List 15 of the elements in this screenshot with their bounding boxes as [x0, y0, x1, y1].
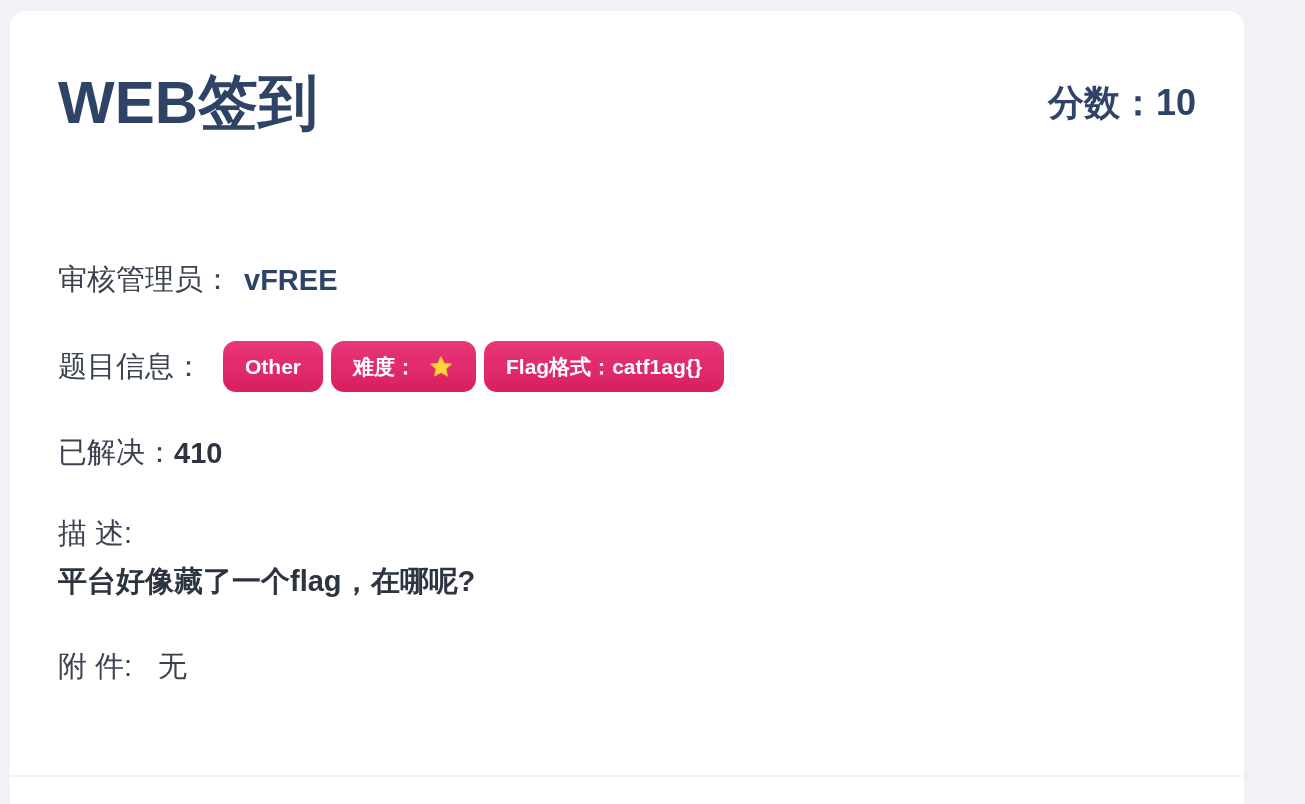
attachment-value: 无 [158, 649, 188, 684]
reviewer-name: vFREE [244, 263, 338, 297]
tag: Other [223, 341, 323, 392]
difficulty-tag: 难度： [331, 341, 476, 392]
solved-label: 已解决： [58, 435, 174, 470]
reviewer-label: 审核管理员： [58, 262, 232, 297]
description-label: 描 述: [58, 516, 134, 551]
attachment-label: 附 件: [58, 649, 133, 684]
challenge-title: WEB签到 [58, 71, 318, 135]
description-text: 平台好像藏了一个flag，在哪呢? [58, 564, 477, 599]
solved-count: 410 [174, 436, 223, 470]
star-icon [428, 353, 454, 380]
info-label: 题目信息： [58, 348, 203, 384]
score-text: 分数：10 [1047, 80, 1196, 125]
tag: Flag格式：catf1ag{} [484, 341, 725, 392]
